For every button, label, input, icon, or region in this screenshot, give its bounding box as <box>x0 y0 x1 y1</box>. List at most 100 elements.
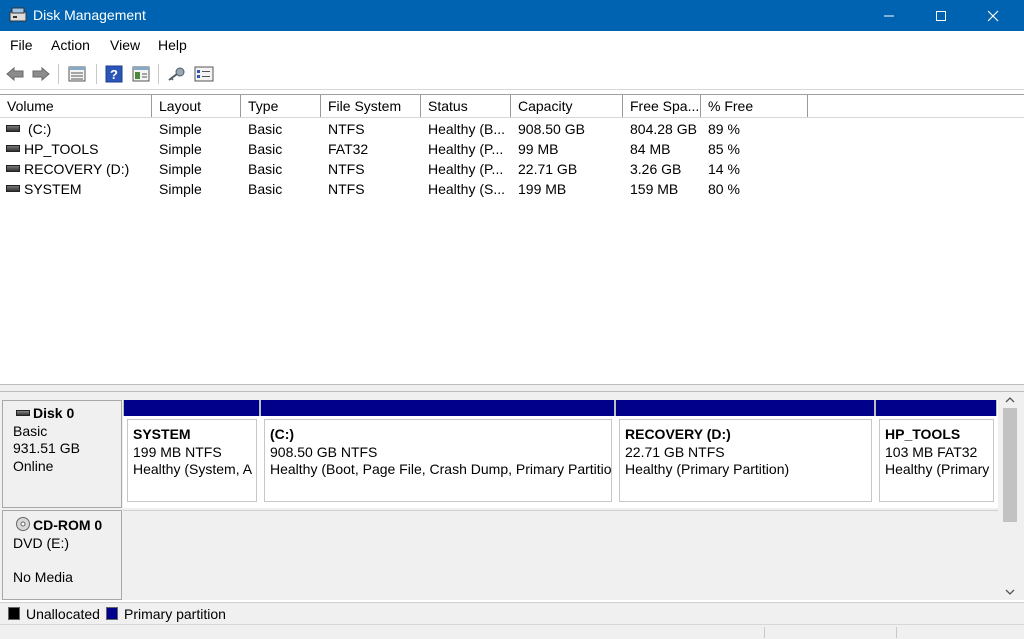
cell-layout: Simple <box>159 121 202 137</box>
cell-capacity: 199 MB <box>518 181 567 197</box>
scroll-down-button[interactable] <box>1000 584 1020 600</box>
column-header-free-space[interactable]: Free Spa... <box>623 95 701 117</box>
volume-drive-icon <box>6 125 20 132</box>
forward-arrow-icon <box>32 66 50 82</box>
partition-name: SYSTEM <box>133 426 191 442</box>
cell-free-space: 84 MB <box>630 141 671 157</box>
partition-c[interactable]: (C:) 908.50 GB NTFS Healthy (Boot, Page … <box>260 400 615 506</box>
window-title: Disk Management <box>33 7 146 23</box>
partition-system[interactable]: SYSTEM 199 MB NTFS Healthy (System, A <box>123 400 260 506</box>
cdrom-title: CD-ROM 0 <box>13 517 121 535</box>
partition-box: RECOVERY (D:) 22.71 GB NTFS Healthy (Pri… <box>619 419 872 502</box>
scroll-up-button[interactable] <box>1000 392 1020 408</box>
cell-free-space: 159 MB <box>630 181 679 197</box>
cell-file-system: NTFS <box>328 181 365 197</box>
header-divider <box>0 117 1024 118</box>
cell-free-space: 804.28 GB <box>630 121 697 137</box>
cell-percent-free: 85 % <box>708 141 740 157</box>
maximize-button[interactable] <box>918 0 964 31</box>
forward-button[interactable] <box>30 64 52 84</box>
partition-size: 908.50 GB NTFS <box>270 443 378 460</box>
partition-box: (C:) 908.50 GB NTFS Healthy (Boot, Page … <box>264 419 612 502</box>
menu-view[interactable]: View <box>110 37 140 53</box>
disk-0-partitions: SYSTEM 199 MB NTFS Healthy (System, A (C… <box>123 400 998 508</box>
partition-size: 199 MB NTFS <box>133 443 222 460</box>
column-header-capacity[interactable]: Capacity <box>511 95 623 117</box>
column-header-status[interactable]: Status <box>421 95 511 117</box>
cell-percent-free: 80 % <box>708 181 740 197</box>
table-row[interactable]: SYSTEM Simple Basic NTFS Healthy (S... 1… <box>0 179 820 199</box>
disk-map-area: Disk 0 Basic 931.51 GB Online SYSTEM 199… <box>0 392 1024 600</box>
properties-button[interactable] <box>193 64 215 84</box>
volume-list: Volume Layout Type File System Status Ca… <box>0 94 1024 384</box>
help-icon: ? <box>105 65 123 83</box>
cell-type: Basic <box>248 161 283 177</box>
table-row[interactable]: (C:) Simple Basic NTFS Healthy (B... 908… <box>0 119 820 139</box>
partition-recovery[interactable]: RECOVERY (D:) 22.71 GB NTFS Healthy (Pri… <box>615 400 875 506</box>
cell-status: Healthy (P... <box>428 141 504 157</box>
maximize-icon <box>936 10 946 21</box>
cell-file-system: NTFS <box>328 161 365 177</box>
partition-name: (C:) <box>270 426 295 442</box>
back-button[interactable] <box>4 64 26 84</box>
cell-free-space: 3.26 GB <box>630 161 682 177</box>
title-bar: Disk Management <box>0 0 1024 31</box>
disk-area-scrollbar[interactable] <box>1000 392 1020 600</box>
cell-file-system: NTFS <box>328 121 365 137</box>
partition-bar <box>615 400 875 416</box>
status-segment <box>896 627 897 638</box>
column-header-type[interactable]: Type <box>241 95 321 117</box>
key-button[interactable] <box>165 64 187 84</box>
cell-volume: (C:) <box>28 121 52 137</box>
cell-type: Basic <box>248 121 283 137</box>
minimize-icon <box>884 15 894 16</box>
volume-drive-icon <box>6 185 20 192</box>
cd-icon <box>16 517 30 531</box>
cell-layout: Simple <box>159 141 202 157</box>
back-arrow-icon <box>6 66 24 82</box>
disk-list-button[interactable] <box>66 64 88 84</box>
partition-bar <box>875 400 997 416</box>
table-row[interactable]: RECOVERY (D:) Simple Basic NTFS Healthy … <box>0 159 820 179</box>
partition-hp-tools[interactable]: HP_TOOLS 103 MB FAT32 Healthy (Primary <box>875 400 997 506</box>
chevron-down-icon <box>1005 589 1015 595</box>
column-header-file-system[interactable]: File System <box>321 95 421 117</box>
menu-action[interactable]: Action <box>51 37 90 53</box>
minimize-button[interactable] <box>866 0 912 31</box>
cell-percent-free: 14 % <box>708 161 740 177</box>
partition-bar <box>123 400 260 416</box>
disk-0-label[interactable]: Disk 0 Basic 931.51 GB Online <box>2 400 122 508</box>
help-button[interactable]: ? <box>103 64 125 84</box>
column-header-volume[interactable]: Volume <box>0 95 152 117</box>
column-header-percent-free[interactable]: % Free <box>701 95 808 117</box>
partition-box: SYSTEM 199 MB NTFS Healthy (System, A <box>127 419 257 502</box>
scroll-thumb[interactable] <box>1003 408 1017 522</box>
disk-management-icon <box>9 7 27 22</box>
pane-button[interactable] <box>130 64 152 84</box>
cell-layout: Simple <box>159 161 202 177</box>
pane-splitter[interactable] <box>0 384 1024 392</box>
close-button[interactable] <box>970 0 1016 31</box>
column-header-layout[interactable]: Layout <box>152 95 241 117</box>
cell-percent-free: 89 % <box>708 121 740 137</box>
menu-file[interactable]: File <box>10 37 33 53</box>
cell-layout: Simple <box>159 181 202 197</box>
partition-size: 22.71 GB NTFS <box>625 443 725 460</box>
cell-volume: HP_TOOLS <box>24 141 99 157</box>
cell-status: Healthy (B... <box>428 121 506 137</box>
table-row[interactable]: HP_TOOLS Simple Basic FAT32 Healthy (P..… <box>0 139 820 159</box>
primary-partition-swatch <box>106 607 118 620</box>
partition-status: Healthy (Primary <box>885 461 990 477</box>
toolbar: ? <box>0 58 1024 90</box>
disk-state: Online <box>13 457 54 474</box>
cdrom-media: No Media <box>13 569 73 585</box>
cdrom-label[interactable]: CD-ROM 0 DVD (E:) No Media <box>2 510 122 600</box>
partition-box: HP_TOOLS 103 MB FAT32 Healthy (Primary <box>879 419 994 502</box>
menu-help[interactable]: Help <box>158 37 187 53</box>
cell-capacity: 908.50 GB <box>518 121 585 137</box>
cdrom-spacer <box>13 552 121 569</box>
partition-status: Healthy (System, A <box>133 461 253 477</box>
cell-file-system: FAT32 <box>328 141 369 157</box>
disk-name: Disk 0 <box>33 405 75 421</box>
legend: Unallocated Primary partition <box>0 602 1024 624</box>
